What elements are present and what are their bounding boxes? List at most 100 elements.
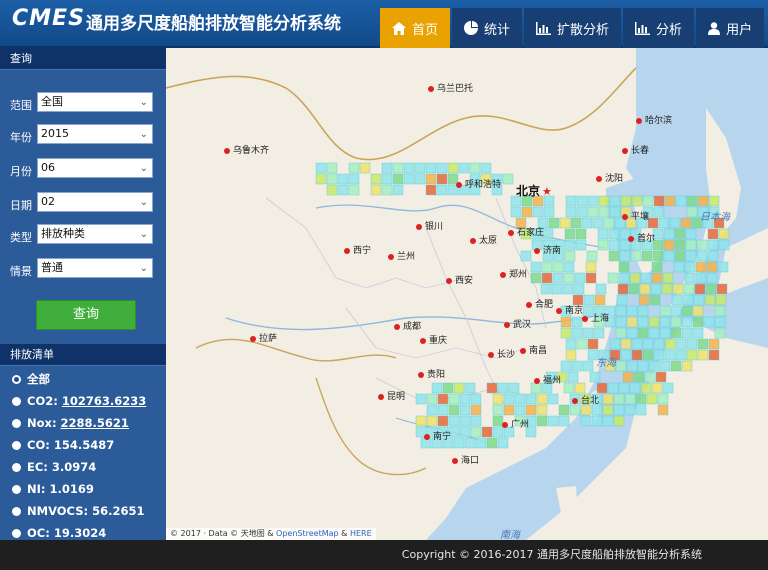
grid-cell [587, 338, 599, 350]
grid-cell [681, 327, 693, 339]
grid-cell [708, 195, 720, 207]
grid-cell [620, 195, 632, 207]
query-panel-header: 查询 [0, 48, 166, 70]
grid-cell [437, 393, 449, 405]
grid-cell [492, 404, 504, 416]
star-icon: ★ [542, 185, 552, 198]
grid-cell [674, 239, 686, 251]
grid-cell [633, 371, 645, 383]
grid-cell [574, 272, 586, 284]
chevron-down-icon: ⌄ [139, 263, 148, 274]
city-label: 兰州 [388, 252, 415, 262]
grid-cell [652, 250, 664, 262]
grid-cell [615, 305, 627, 317]
grid-cell [525, 404, 537, 416]
city-dot-icon [420, 337, 426, 344]
grid-cell [695, 261, 707, 273]
grid-cell [607, 272, 619, 284]
grid-cell [370, 173, 382, 185]
grid-cell [582, 360, 594, 372]
grid-cell [697, 349, 709, 361]
grid-cell [348, 162, 360, 174]
day-select[interactable]: 02 ⌄ [37, 192, 153, 212]
grid-cell [686, 349, 698, 361]
map-basemap [166, 48, 768, 540]
city-dot-icon [502, 421, 508, 428]
emission-item-all[interactable]: 全部 [0, 368, 166, 390]
emission-item-co[interactable]: CO: 154.5487 [0, 434, 166, 456]
grid-cell [642, 195, 654, 207]
city-label: 南宁 [424, 432, 451, 442]
city-dot-icon [416, 223, 422, 230]
grid-cell [337, 173, 349, 185]
city-label: 郑州 [500, 270, 527, 280]
osm-link[interactable]: OpenStreetMap [276, 529, 339, 538]
grid-cell [716, 283, 728, 295]
emission-item-nox[interactable]: Nox: 2288.5621 [0, 412, 166, 434]
city-dot-icon [488, 351, 494, 358]
grid-cell [442, 382, 454, 394]
grid-cell [585, 261, 597, 273]
grid-cell [694, 283, 706, 295]
grid-cell [618, 382, 630, 394]
scenario-select[interactable]: 普通 ⌄ [37, 258, 153, 278]
grid-cell [586, 250, 598, 262]
grid-cell [663, 228, 675, 240]
nav-diffusion-analysis[interactable]: 扩散分析 [524, 8, 622, 48]
here-link[interactable]: HERE [350, 529, 372, 538]
nav-analysis[interactable]: 分析 [623, 8, 695, 48]
grid-cell [635, 393, 647, 405]
nav-statistics[interactable]: 统计 [452, 8, 523, 48]
grid-cell [663, 250, 675, 262]
grid-cell [436, 173, 448, 185]
city-label: 石家庄 [508, 228, 544, 238]
grid-cell [470, 415, 482, 427]
grid-cell [708, 349, 720, 361]
year-select[interactable]: 2015 ⌄ [37, 124, 153, 144]
grid-cell [592, 217, 604, 229]
city-label: 长沙 [488, 350, 515, 360]
emission-item-co2[interactable]: CO2: 102763.6233 [0, 390, 166, 412]
query-button[interactable]: 查询 [36, 300, 136, 330]
grid-cell [315, 173, 327, 185]
city-dot-icon [388, 253, 394, 260]
page-footer: Copyright © 2016-2017 通用多尺度船舶排放智能分析系统 [0, 540, 768, 570]
grid-cell [547, 415, 559, 427]
type-select[interactable]: 排放种类 ⌄ [37, 224, 153, 244]
grid-cell [674, 250, 686, 262]
grid-cell [657, 404, 669, 416]
grid-cell [436, 162, 448, 174]
grid-cell [370, 184, 382, 196]
grid-cell [640, 382, 652, 394]
emission-item-ec[interactable]: EC: 3.0974 [0, 456, 166, 478]
month-select[interactable]: 06 ⌄ [37, 158, 153, 178]
scope-select[interactable]: 全国 ⌄ [37, 92, 153, 112]
grid-cell [638, 294, 650, 306]
grid-cell [697, 338, 709, 350]
emission-item-ni[interactable]: NI: 1.0169 [0, 478, 166, 500]
grid-cell [620, 338, 632, 350]
grid-cell [582, 327, 594, 339]
grid-cell [683, 283, 695, 295]
grid-cell [348, 184, 360, 196]
grid-cell [448, 415, 460, 427]
emission-map[interactable]: 北京 ★ 乌兰巴托 哈尔滨 长春 沈阳 乌鲁木齐 呼和浩特 石家庄 太原 济南 银… [166, 48, 768, 540]
city-label: 贵阳 [418, 370, 445, 380]
city-label: 西宁 [344, 246, 371, 256]
grid-cell [613, 415, 625, 427]
grid-cell [675, 349, 687, 361]
grid-cell [658, 217, 670, 229]
grid-cell [685, 228, 697, 240]
grid-cell [520, 250, 532, 262]
grid-cell [685, 239, 697, 251]
grid-cell [565, 206, 577, 218]
grid-cell [692, 316, 704, 328]
grid-cell [619, 250, 631, 262]
city-dot-icon [582, 315, 588, 322]
emission-item-nmvocs[interactable]: NMVOCS: 56.2651 [0, 500, 166, 522]
grid-cell [431, 382, 443, 394]
nav-user[interactable]: 用户 [696, 8, 765, 48]
grid-cell [718, 228, 730, 240]
bar-chart-icon [536, 21, 552, 35]
nav-home[interactable]: 首页 [380, 8, 451, 48]
